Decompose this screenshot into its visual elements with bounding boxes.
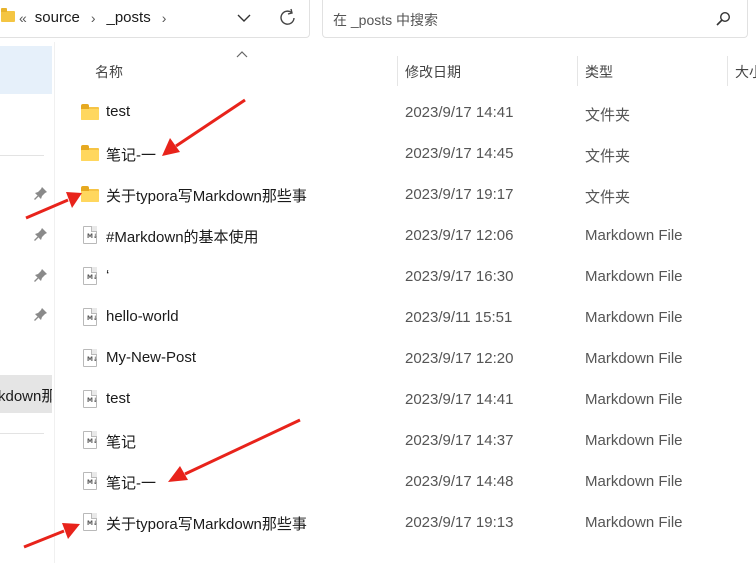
search-icon[interactable] (715, 11, 731, 27)
file-name: #Markdown的基本使用 (106, 229, 259, 246)
column-header-date[interactable]: 修改日期 (405, 62, 461, 82)
markdown-file-icon: M↓ (81, 390, 99, 408)
file-name: 关于typora写Markdown那些事 (106, 188, 307, 205)
file-modified-date: 2023/9/17 12:06 (405, 227, 514, 244)
file-name: hello-world (106, 308, 179, 325)
folder-icon (1, 8, 15, 22)
file-row[interactable]: M↓ ‘ 2023/9/17 16:30 Markdown File (55, 256, 756, 297)
file-name: 笔记 (106, 434, 137, 451)
refresh-icon[interactable] (277, 6, 299, 30)
nav-divider (0, 433, 44, 434)
breadcrumb-overflow-icon[interactable]: « (19, 10, 27, 26)
file-modified-date: 2023/9/11 15:51 (405, 309, 513, 326)
file-type: Markdown File (585, 227, 683, 244)
file-row[interactable]: M↓ My-New-Post 2023/9/17 12:20 Markdown Fil… (55, 338, 756, 379)
markdown-label: M↓ (87, 479, 98, 486)
column-divider[interactable] (397, 56, 398, 86)
file-row[interactable]: 关于typora写Markdown那些事 2023/9/17 19:17 文件夹 (55, 174, 756, 215)
file-type: 文件夹 (585, 148, 631, 165)
markdown-label: M↓ (87, 520, 98, 527)
file-row[interactable]: test 2023/9/17 14:41 文件夹 (55, 92, 756, 133)
navigation-pane: kdown那 (0, 42, 54, 563)
file-modified-date: 2023/9/17 14:45 (405, 145, 514, 162)
chevron-right-icon[interactable]: › (91, 10, 96, 26)
file-type: Markdown File (585, 432, 683, 449)
markdown-label: M↓ (87, 397, 98, 404)
file-modified-date: 2023/9/17 14:37 (405, 432, 514, 449)
file-name: 笔记-一 (106, 147, 156, 164)
markdown-file-icon: M↓ (81, 308, 99, 326)
column-header-type[interactable]: 类型 (585, 62, 613, 82)
chevron-down-icon[interactable] (234, 7, 254, 29)
markdown-label: M↓ (87, 274, 98, 281)
markdown-file-icon: M↓ (81, 267, 99, 285)
file-modified-date: 2023/9/17 16:30 (405, 268, 514, 285)
column-header-size[interactable]: 大小 (735, 62, 756, 82)
file-row[interactable]: M↓ 关于typora写Markdown那些事 2023/9/17 19:13 Mar… (55, 502, 756, 543)
markdown-label: M↓ (87, 356, 98, 363)
file-type: Markdown File (585, 514, 683, 531)
breadcrumb-item-posts[interactable]: _posts (107, 9, 151, 26)
markdown-label: M↓ (87, 315, 98, 322)
address-bar[interactable]: « source › _posts › (0, 0, 310, 38)
pin-icon[interactable] (34, 227, 48, 241)
file-modified-date: 2023/9/17 14:41 (405, 104, 514, 121)
file-modified-date: 2023/9/17 12:20 (405, 350, 514, 367)
file-name: test (106, 390, 131, 407)
nav-item-selected[interactable] (0, 46, 52, 94)
column-header-name[interactable]: 名称 (95, 62, 123, 82)
nav-item-partial[interactable]: kdown那 (0, 375, 52, 413)
folder-icon (81, 104, 99, 120)
markdown-file-icon: M↓ (81, 513, 99, 531)
markdown-file-icon: M↓ (81, 472, 99, 490)
file-modified-date: 2023/9/17 19:13 (405, 514, 514, 531)
file-type: Markdown File (585, 350, 683, 367)
top-bar: « source › _posts › 在 _posts 中搜索 (0, 0, 756, 42)
file-name: ‘ (106, 267, 110, 284)
file-name: 笔记-一 (106, 475, 156, 492)
folder-icon (81, 145, 99, 161)
file-type: Markdown File (585, 391, 683, 408)
file-modified-date: 2023/9/17 14:48 (405, 473, 514, 490)
file-type: Markdown File (585, 473, 683, 490)
sort-ascending-icon (236, 51, 248, 58)
pin-icon[interactable] (34, 268, 48, 282)
markdown-file-icon: M↓ (81, 226, 99, 244)
nav-item-label: kdown那 (0, 388, 52, 405)
column-headers: 名称 修改日期 类型 大小 (55, 51, 756, 88)
pin-icon[interactable] (34, 307, 48, 321)
markdown-label: M↓ (87, 233, 98, 240)
file-modified-date: 2023/9/17 14:41 (405, 391, 514, 408)
file-modified-date: 2023/9/17 19:17 (405, 186, 514, 203)
file-row[interactable]: 笔记-一 2023/9/17 14:45 文件夹 (55, 133, 756, 174)
file-name: 关于typora写Markdown那些事 (106, 516, 307, 533)
search-placeholder: 在 _posts 中搜索 (333, 12, 439, 28)
file-row[interactable]: M↓ 笔记 2023/9/17 14:37 Markdown File (55, 420, 756, 461)
file-name: My-New-Post (106, 349, 197, 366)
file-row[interactable]: M↓ test 2023/9/17 14:41 Markdown File (55, 379, 756, 420)
file-name: test (106, 103, 131, 120)
nav-divider (0, 155, 44, 156)
breadcrumb-item-source[interactable]: source (35, 9, 80, 26)
column-divider[interactable] (577, 56, 578, 86)
column-divider[interactable] (727, 56, 728, 86)
markdown-file-icon: M↓ (81, 349, 99, 367)
file-type: Markdown File (585, 309, 683, 326)
file-type: Markdown File (585, 268, 683, 285)
chevron-right-icon[interactable]: › (162, 10, 167, 26)
markdown-file-icon: M↓ (81, 431, 99, 449)
markdown-label: M↓ (87, 438, 98, 445)
file-row[interactable]: M↓ hello-world 2023/9/11 15:51 Markdown Fil… (55, 297, 756, 338)
file-type: 文件夹 (585, 189, 631, 206)
breadcrumb: « source › _posts › (19, 9, 177, 26)
search-box[interactable]: 在 _posts 中搜索 (322, 0, 748, 38)
file-row[interactable]: M↓ 笔记-一 2023/9/17 14:48 Markdown File (55, 461, 756, 502)
file-type: 文件夹 (585, 107, 631, 124)
pin-icon[interactable] (34, 186, 48, 200)
file-row[interactable]: M↓ #Markdown的基本使用 2023/9/17 12:06 Markdown … (55, 215, 756, 256)
folder-icon (81, 186, 99, 202)
